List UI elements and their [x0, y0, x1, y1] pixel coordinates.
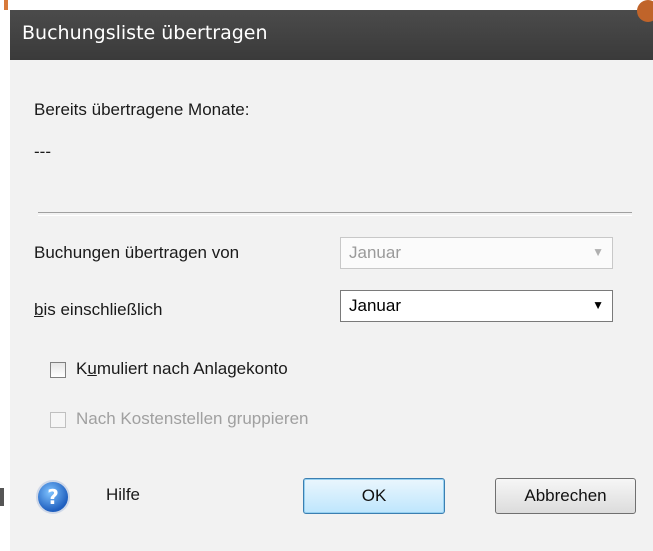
help-question-icon[interactable]: ? — [36, 480, 70, 514]
cumulative-label-rest: muliert nach Anlagekonto — [96, 359, 288, 378]
from-month-label: Buchungen übertragen von — [34, 243, 240, 262]
title-bar[interactable]: Buchungsliste übertragen — [10, 0, 653, 61]
to-month-select[interactable]: Januar ▼ — [340, 290, 613, 322]
help-label[interactable]: Hilfe — [106, 485, 140, 505]
left-edge — [0, 0, 10, 551]
cost-center-checkbox — [50, 412, 66, 428]
cumulative-label-pre: K — [76, 359, 88, 378]
chevron-down-icon[interactable]: ▼ — [592, 298, 604, 312]
to-month-label-text: is einschließlich — [43, 300, 163, 319]
separator — [38, 212, 632, 216]
left-edge-mark — [4, 0, 8, 10]
window-title: Buchungsliste übertragen — [22, 22, 268, 44]
to-month-value: Januar — [349, 296, 401, 315]
cumulative-checkbox[interactable] — [50, 362, 66, 378]
cost-center-label-pre: Nach Kostenstellen — [76, 409, 228, 428]
cost-center-mnemonic: g — [227, 409, 237, 428]
cost-center-label-rest: ruppieren — [236, 409, 309, 428]
transferred-months-label: Bereits übertragene Monate: — [34, 100, 250, 119]
transferred-months-value: --- — [34, 142, 51, 161]
dialog-body: Bereits übertragene Monate: --- Buchunge… — [10, 60, 653, 551]
cumulative-mnemonic: u — [87, 359, 97, 378]
chevron-down-icon: ▼ — [592, 245, 604, 259]
from-month-value: Januar — [349, 243, 401, 262]
to-month-label: bis einschließlich — [34, 300, 163, 320]
cancel-button[interactable]: Abbrechen — [495, 478, 636, 514]
close-corner-icon[interactable] — [637, 0, 653, 22]
cost-center-label: Nach Kostenstellen gruppieren — [76, 409, 309, 429]
from-month-select: Januar ▼ — [340, 237, 613, 269]
left-edge-handle — [0, 488, 4, 506]
ok-button[interactable]: OK — [303, 478, 445, 514]
cumulative-label[interactable]: Kumuliert nach Anlagekonto — [76, 359, 288, 379]
